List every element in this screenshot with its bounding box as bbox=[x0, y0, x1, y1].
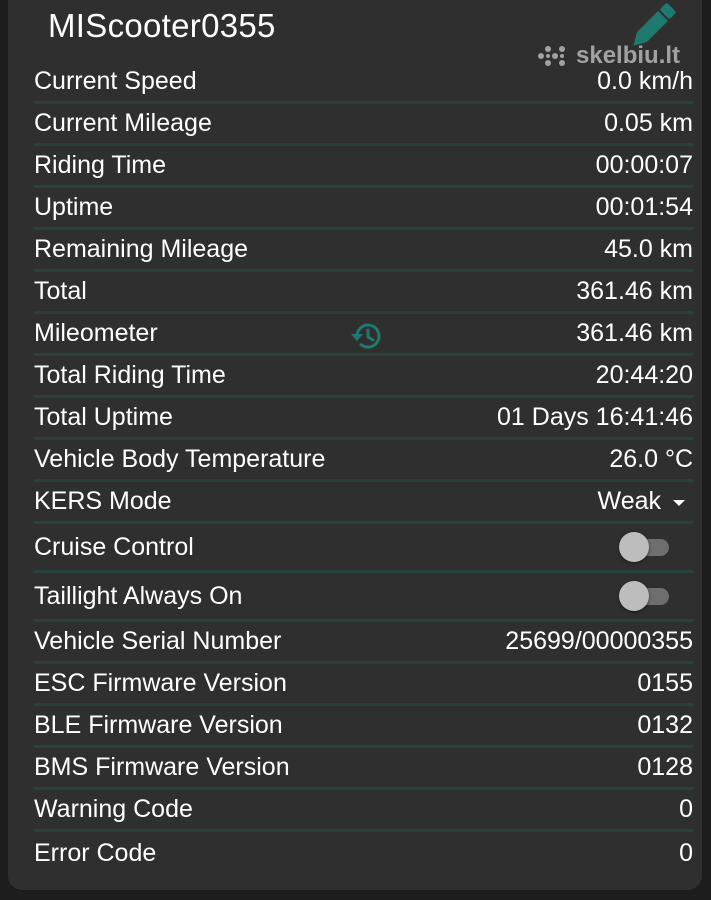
row-value: 361.46 km bbox=[576, 319, 693, 347]
row-value: 00:01:54 bbox=[595, 193, 693, 221]
row-label: Total Uptime bbox=[34, 403, 173, 431]
row-vehicle-serial-number: Vehicle Serial Number 25699/00000355 bbox=[34, 622, 693, 664]
row-remaining-mileage: Remaining Mileage 45.0 km bbox=[34, 230, 693, 272]
row-current-speed: Current Speed 0.0 km/h bbox=[34, 62, 693, 104]
row-total-uptime: Total Uptime 01 Days 16:41:46 bbox=[34, 398, 693, 440]
scooter-info-card: MIScooter0355 skelbiu.lt Current Speed 0… bbox=[8, 0, 702, 890]
row-label: Error Code bbox=[34, 838, 157, 867]
row-bms-firmware-version: BMS Firmware Version 0128 bbox=[34, 748, 693, 790]
scooter-name-title: MIScooter0355 bbox=[48, 7, 276, 44]
row-current-mileage: Current Mileage 0.05 km bbox=[34, 104, 693, 146]
row-label: Current Mileage bbox=[34, 109, 212, 137]
row-value: 45.0 km bbox=[604, 235, 693, 263]
row-label: Vehicle Body Temperature bbox=[34, 445, 326, 473]
row-value: 0 bbox=[679, 838, 693, 867]
row-riding-time: Riding Time 00:00:07 bbox=[34, 146, 693, 188]
row-label: Riding Time bbox=[34, 151, 166, 179]
row-value: 26.0 °C bbox=[609, 445, 693, 473]
row-value: 01 Days 16:41:46 bbox=[497, 403, 693, 431]
row-value: 361.46 km bbox=[576, 277, 693, 305]
row-label: Taillight Always On bbox=[34, 581, 243, 610]
kers-mode-dropdown[interactable]: Weak bbox=[598, 487, 693, 516]
row-label: Total bbox=[34, 277, 87, 305]
row-error-code: Error Code 0 bbox=[34, 832, 693, 874]
info-list: Current Speed 0.0 km/h Current Mileage 0… bbox=[34, 62, 693, 874]
toggle-thumb bbox=[619, 581, 649, 611]
row-ble-firmware-version: BLE Firmware Version 0132 bbox=[34, 706, 693, 748]
row-warning-code: Warning Code 0 bbox=[34, 790, 693, 832]
row-label: Mileometer bbox=[34, 319, 158, 347]
row-label: Current Speed bbox=[34, 67, 197, 95]
row-label: Warning Code bbox=[34, 795, 193, 823]
row-value: 00:00:07 bbox=[595, 151, 693, 179]
row-label: BMS Firmware Version bbox=[34, 753, 290, 781]
row-total: Total 361.46 km bbox=[34, 272, 693, 314]
row-cruise-control: Cruise Control bbox=[34, 524, 693, 573]
history-icon[interactable] bbox=[350, 319, 384, 353]
row-kers-mode: KERS Mode Weak bbox=[34, 482, 693, 524]
row-label: Cruise Control bbox=[34, 532, 194, 561]
toggle-thumb bbox=[619, 532, 649, 562]
row-taillight-always-on: Taillight Always On bbox=[34, 573, 693, 622]
row-vehicle-body-temperature: Vehicle Body Temperature 26.0 °C bbox=[34, 440, 693, 482]
row-esc-firmware-version: ESC Firmware Version 0155 bbox=[34, 664, 693, 706]
row-label: Vehicle Serial Number bbox=[34, 627, 282, 655]
row-value: 0128 bbox=[637, 753, 693, 781]
row-label: KERS Mode bbox=[34, 487, 172, 515]
row-total-riding-time: Total Riding Time 20:44:20 bbox=[34, 356, 693, 398]
row-label: Total Riding Time bbox=[34, 361, 226, 389]
row-label: Uptime bbox=[34, 193, 114, 221]
row-value: 0.05 km bbox=[604, 109, 693, 137]
row-value: 0132 bbox=[637, 711, 693, 739]
row-uptime: Uptime 00:01:54 bbox=[34, 188, 693, 230]
row-value: 20:44:20 bbox=[595, 361, 693, 389]
row-value: 0155 bbox=[637, 669, 693, 697]
taillight-toggle[interactable] bbox=[619, 581, 671, 611]
cruise-control-toggle[interactable] bbox=[619, 532, 671, 562]
row-mileometer: Mileometer 361.46 km bbox=[34, 314, 693, 356]
row-label: Remaining Mileage bbox=[34, 235, 249, 263]
row-value: 25699/00000355 bbox=[505, 627, 693, 655]
row-value: 0 bbox=[679, 795, 693, 823]
chevron-down-icon bbox=[673, 499, 685, 506]
row-label: ESC Firmware Version bbox=[34, 669, 287, 697]
kers-mode-selected: Weak bbox=[597, 487, 661, 515]
row-value: 0.0 km/h bbox=[597, 67, 693, 95]
row-label: BLE Firmware Version bbox=[34, 711, 283, 739]
